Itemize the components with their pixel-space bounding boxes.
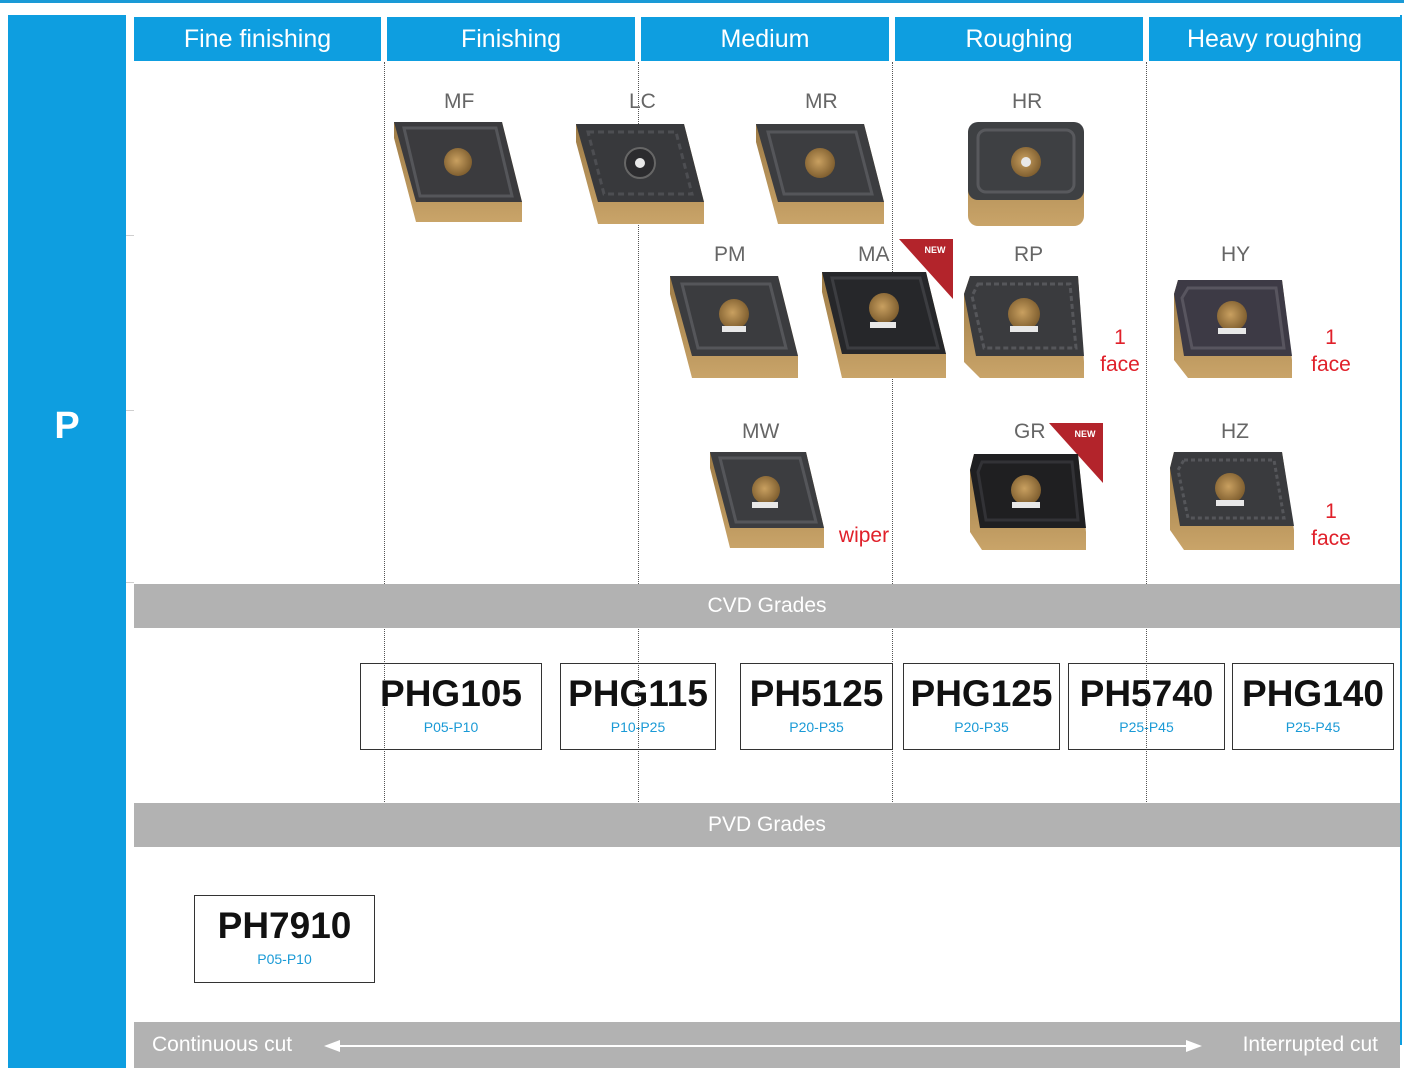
grade-name: PHG125: [910, 673, 1053, 714]
note-mw: wiper: [838, 524, 890, 547]
header-medium: Medium: [641, 17, 889, 61]
geometry-label-pm: PM: [714, 243, 746, 266]
grade-name: PH7910: [217, 905, 352, 946]
grade-range: P25-P45: [1119, 719, 1174, 735]
grade-range: P20-P35: [789, 719, 844, 735]
grade-name: PHG115: [568, 673, 708, 714]
insert-hr-image: [968, 122, 1084, 226]
insert-mf-image: [394, 122, 522, 222]
grade-range: P25-P45: [1285, 719, 1341, 735]
grade-range: P20-P35: [954, 719, 1009, 735]
geometry-label-hr: HR: [1012, 90, 1043, 113]
iso-group-letter: P: [54, 405, 80, 447]
note-hz: 1 face: [1311, 500, 1351, 550]
grade-name: PH5740: [1079, 673, 1214, 714]
new-badge-text: NEW: [925, 245, 947, 255]
insert-rp-image: [964, 276, 1084, 378]
insert-mr-image: [756, 124, 884, 224]
grade-name: PHG140: [1242, 673, 1384, 714]
header-roughing: Roughing: [895, 17, 1143, 61]
header-fine-finishing: Fine finishing: [134, 17, 381, 61]
grade-card-phg105: PHG105 P05-P10: [360, 663, 542, 750]
row-tick: [126, 410, 134, 411]
grade-card-phg125: PHG125 P20-P35: [903, 663, 1060, 750]
note-hy: 1 face: [1311, 326, 1351, 376]
insert-pm-image: [670, 276, 798, 378]
header-finishing: Finishing: [387, 17, 635, 61]
insert-ma-image: [822, 272, 946, 378]
row-tick: [126, 582, 134, 583]
row-tick: [126, 235, 134, 236]
grade-range: P05-P10: [423, 719, 479, 735]
grade-name: PHG105: [380, 673, 522, 714]
insert-hz-image: [1170, 452, 1294, 550]
geometry-label-mf: MF: [444, 90, 475, 113]
grade-card-ph5740: PH5740 P25-P45: [1068, 663, 1225, 750]
grade-range: P05-P10: [257, 951, 312, 967]
right-edge: [1400, 15, 1402, 1045]
cvd-grades-band: CVD Grades: [134, 584, 1400, 628]
geometry-label-gr: GR: [1014, 420, 1046, 443]
geometry-label-ma: MA: [858, 243, 890, 266]
geometry-label-mw: MW: [742, 420, 780, 443]
header-heavy-roughing: Heavy roughing: [1149, 17, 1400, 61]
geometry-label-hy: HY: [1221, 243, 1251, 266]
pvd-grades-band: PVD Grades: [134, 803, 1400, 847]
insert-hy-image: [1174, 280, 1292, 378]
grade-name: PH5125: [749, 673, 884, 714]
iso-group-bar: [8, 15, 126, 1068]
grade-card-phg140: PHG140 P25-P45: [1232, 663, 1394, 750]
grade-card-phg115: PHG115 P10-P25: [560, 663, 716, 750]
geometry-label-mr: MR: [805, 90, 838, 113]
grade-card-ph7910: PH7910 P05-P10: [194, 895, 375, 983]
interrupted-cut-label: Interrupted cut: [1242, 1033, 1378, 1056]
insert-mw-image: [710, 452, 824, 548]
geometry-label-rp: RP: [1014, 243, 1044, 266]
geometry-label-lc: LC: [629, 90, 656, 113]
geometry-label-hz: HZ: [1221, 420, 1249, 443]
insert-lc-image: [576, 124, 704, 224]
top-rule: [0, 0, 1404, 3]
new-badge-text: NEW: [1075, 429, 1097, 439]
note-rp: 1 face: [1100, 326, 1140, 376]
continuous-cut-label: Continuous cut: [152, 1033, 293, 1056]
grade-card-ph5125: PH5125 P20-P35: [740, 663, 893, 750]
grade-range: P10-P25: [610, 719, 666, 735]
cut-type-bar: Continuous cut Interrupted cut: [134, 1022, 1400, 1068]
insert-gr-image: [970, 454, 1086, 550]
cut-scale-arrow: [324, 1040, 1202, 1052]
